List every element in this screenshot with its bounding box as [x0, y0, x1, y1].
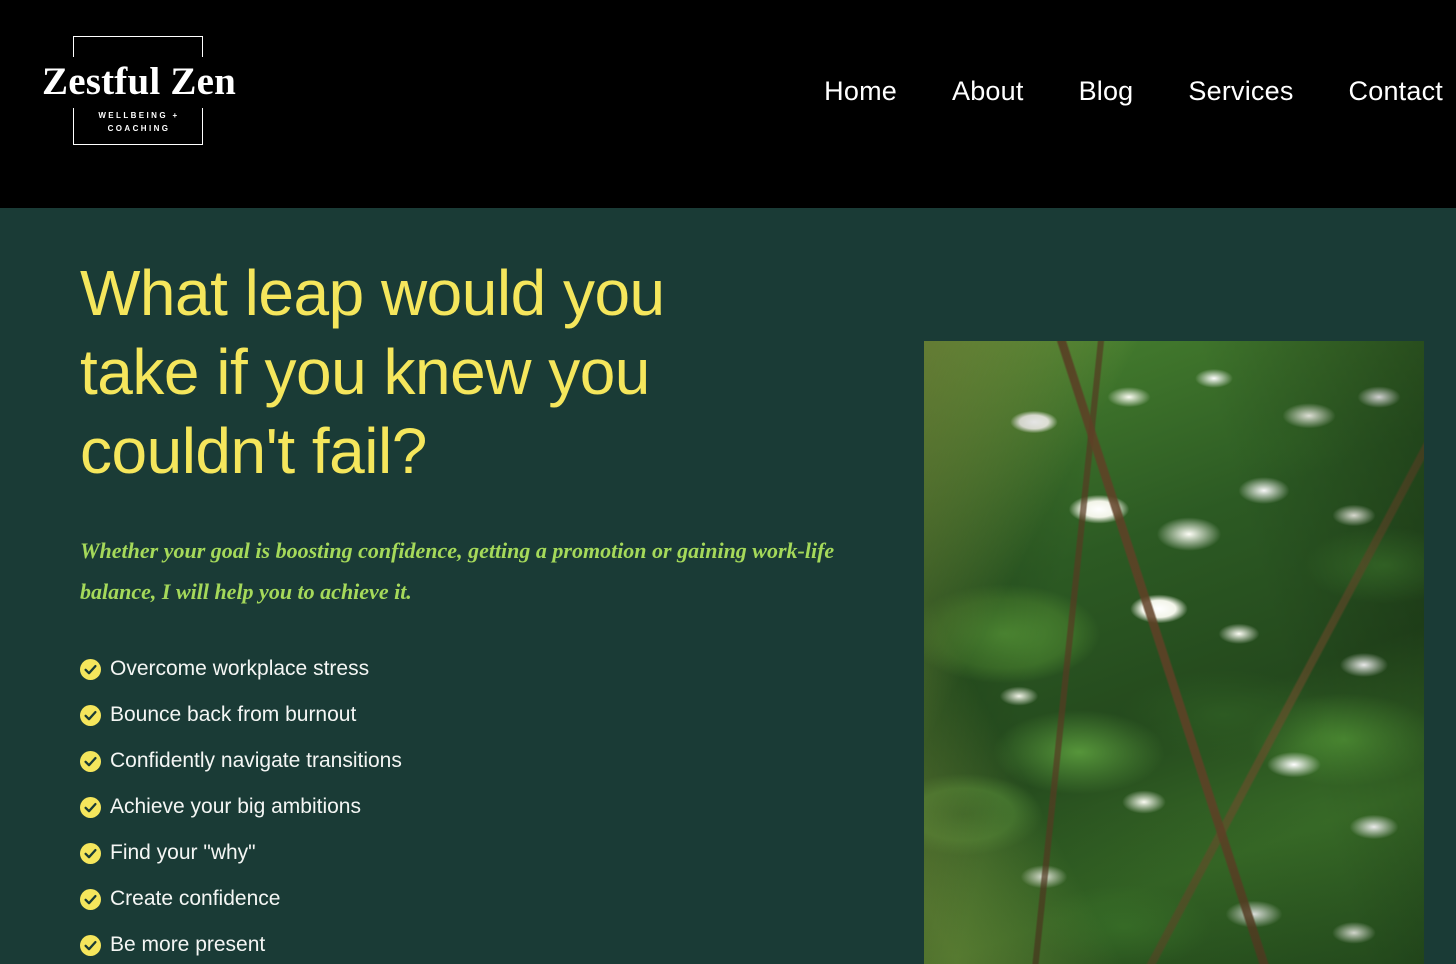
- check-circle-icon: [80, 888, 101, 910]
- hero-subheadline: Whether your goal is boosting confidence…: [80, 538, 835, 604]
- nav-item-about[interactable]: About: [952, 73, 1024, 109]
- benefit-label: Bounce back from burnout: [110, 703, 357, 726]
- benefit-label: Be more present: [110, 933, 266, 956]
- hero-headline: What leap would you take if you knew you…: [80, 257, 665, 487]
- logo-wordmark: Zestful Zen: [38, 57, 240, 108]
- nav-item-home[interactable]: Home: [824, 73, 897, 109]
- benefit-item: Create confidence: [80, 876, 870, 922]
- site-logo[interactable]: Zestful Zen WELLBEING + COACHING: [38, 36, 240, 145]
- check-circle-icon: [80, 750, 101, 772]
- hero-section: What leap would you take if you knew you…: [0, 208, 1456, 964]
- hero-copy: What leap would you take if you knew you…: [80, 254, 870, 964]
- check-circle-icon: [80, 704, 101, 726]
- check-circle-icon: [80, 934, 101, 956]
- benefit-label: Create confidence: [110, 887, 281, 910]
- benefit-label: Achieve your big ambitions: [110, 795, 361, 818]
- site-header: Zestful Zen WELLBEING + COACHING Home Ab…: [0, 0, 1456, 208]
- nav-item-blog[interactable]: Blog: [1079, 73, 1134, 109]
- benefit-label: Overcome workplace stress: [110, 657, 370, 680]
- check-circle-icon: [80, 842, 101, 864]
- benefit-label: Find your "why": [110, 841, 256, 864]
- benefit-label: Confidently navigate transitions: [110, 749, 402, 772]
- benefit-item: Achieve your big ambitions: [80, 784, 870, 830]
- main-nav: Home About Blog Services Contact: [824, 73, 1443, 109]
- logo-tagline: WELLBEING + COACHING: [98, 111, 180, 133]
- benefit-item: Find your "why": [80, 830, 870, 876]
- page-root: Zestful Zen WELLBEING + COACHING Home Ab…: [0, 0, 1456, 964]
- benefit-item: Be more present: [80, 922, 870, 964]
- check-circle-icon: [80, 658, 101, 680]
- nav-item-contact[interactable]: Contact: [1349, 73, 1443, 109]
- check-circle-icon: [80, 796, 101, 818]
- benefit-item: Overcome workplace stress: [80, 646, 870, 692]
- benefit-item: Confidently navigate transitions: [80, 738, 870, 784]
- nav-item-services[interactable]: Services: [1188, 73, 1293, 109]
- benefits-list: Overcome workplace stress Bounce back fr…: [80, 646, 870, 964]
- hero-image: [924, 341, 1424, 964]
- photo-shade-overlay: [924, 341, 1424, 964]
- benefit-item: Bounce back from burnout: [80, 692, 870, 738]
